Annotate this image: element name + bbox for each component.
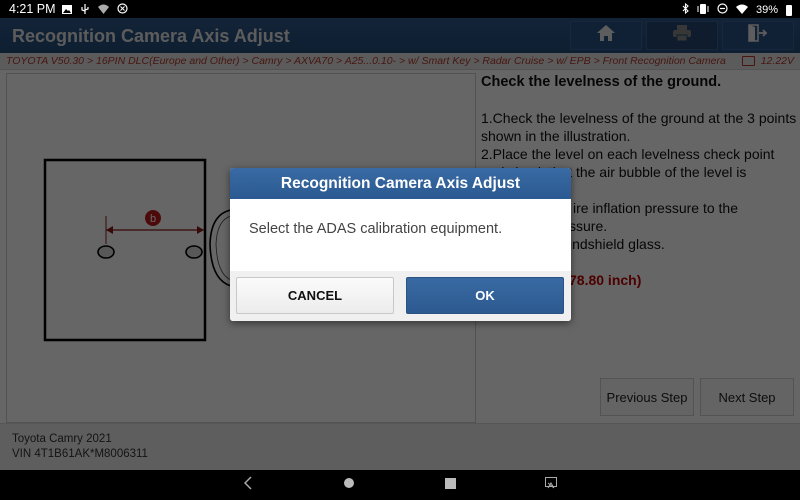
back-icon: [243, 475, 252, 495]
bluetooth-icon: [682, 2, 689, 17]
sync-icon: [117, 3, 128, 17]
back-button[interactable]: [238, 475, 258, 495]
dialog-title: Recognition Camera Axis Adjust: [230, 168, 571, 199]
battery-percent: 39%: [755, 4, 778, 16]
recents-icon: [444, 476, 456, 494]
vibrate-icon: [697, 3, 709, 17]
home-nav-button[interactable]: [339, 477, 359, 493]
dialog-footer: CANCEL OK: [230, 271, 571, 321]
screenshot-icon: [545, 476, 557, 494]
home-icon: [343, 476, 355, 494]
battery-icon: [786, 4, 792, 16]
usb-icon: [80, 3, 90, 17]
dialog-message: Select the ADAS calibration equipment.: [249, 221, 503, 237]
screenshot-button[interactable]: [541, 477, 561, 493]
status-time: 4:21 PM: [9, 2, 56, 16]
image-icon: [62, 3, 72, 17]
ok-button[interactable]: OK: [406, 277, 564, 314]
status-bar: 4:21 PM 39%: [0, 0, 800, 18]
wifi-hotspot-icon: [98, 3, 109, 17]
cancel-button[interactable]: CANCEL: [236, 277, 394, 314]
calibration-dialog: Recognition Camera Axis Adjust Select th…: [230, 168, 571, 321]
system-nav-bar: [0, 470, 800, 500]
do-not-disturb-icon: [717, 3, 728, 17]
recents-button[interactable]: [440, 477, 460, 493]
wifi-icon: [735, 3, 748, 17]
